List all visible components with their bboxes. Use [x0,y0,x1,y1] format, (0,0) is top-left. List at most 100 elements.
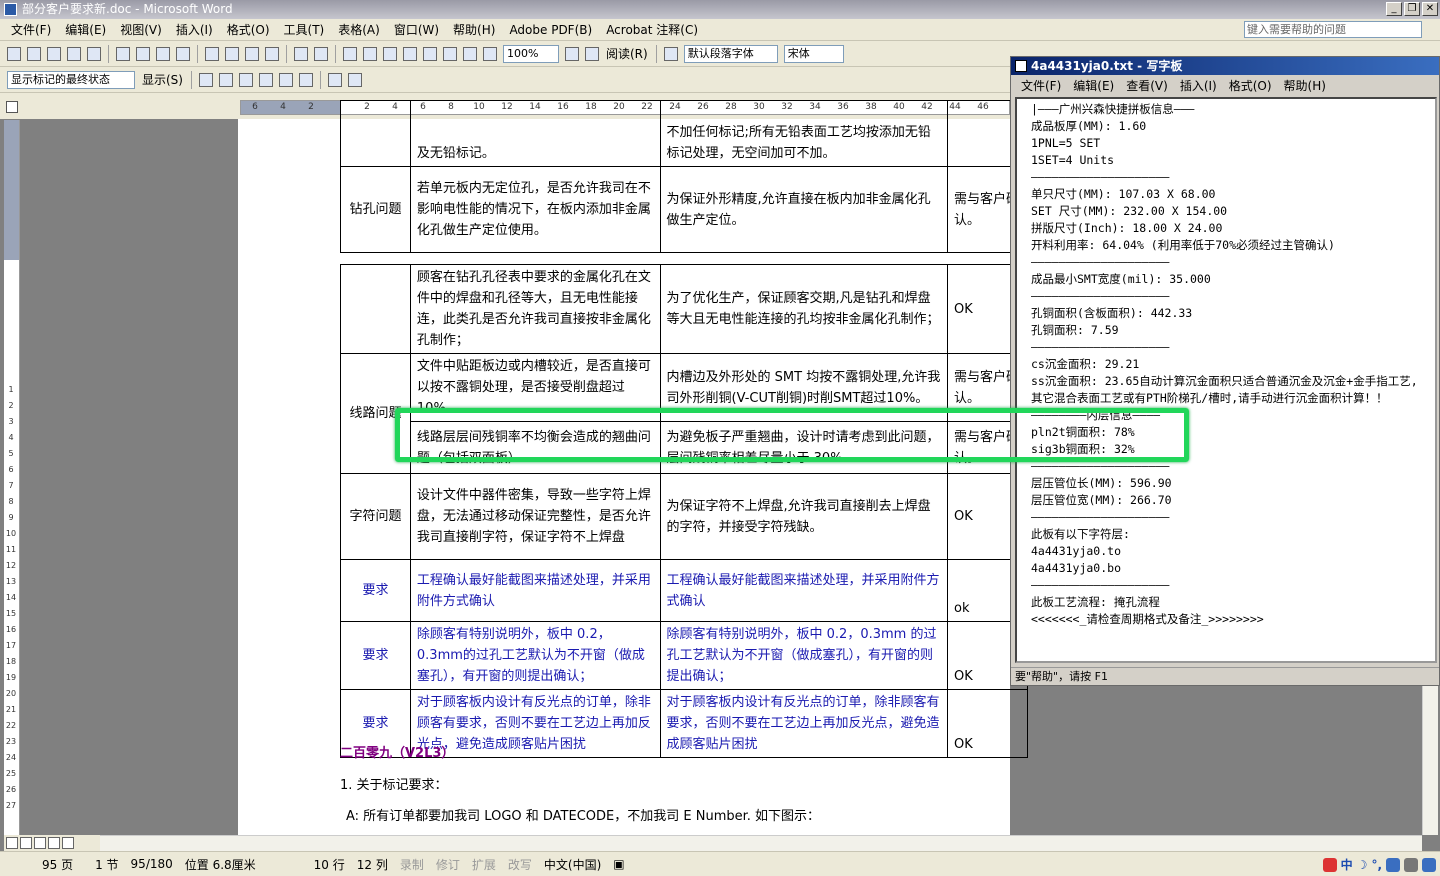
open-icon[interactable] [27,46,41,61]
table-cell[interactable]: 钻孔问题 [340,166,411,253]
document-paragraph[interactable]: 1. 关于标记要求： [340,774,448,793]
menu-insert[interactable]: 插入(I) [169,21,220,38]
styles-icon[interactable] [663,46,678,61]
insert-comment-icon[interactable] [278,72,293,87]
ask-question-input[interactable]: 键入需要帮助的问题 [1244,21,1422,38]
format-painter-icon[interactable] [265,46,279,61]
wordpad-menu-view[interactable]: 查看(V) [1120,77,1174,94]
table-cell[interactable]: 对于顾客板内设计有反光点的订单，除非顾客有要求，否则不要在工艺边上再加反光点，避… [659,689,949,758]
email-icon[interactable] [87,46,101,61]
menu-window[interactable]: 窗口(W) [387,21,446,38]
menu-format[interactable]: 格式(O) [220,21,277,38]
status-extend[interactable]: 扩展 [466,856,502,873]
wordpad-menu-format[interactable]: 格式(O) [1223,77,1278,94]
menu-adobe-pdf[interactable]: Adobe PDF(B) [502,23,599,37]
table-cell[interactable]: 不加任何标记;所有无铅表面工艺均按添加无铅标记处理，无空间加可不加。 [659,100,949,167]
research-icon[interactable] [176,46,190,61]
status-track[interactable]: 修订 [430,856,466,873]
track-changes-icon[interactable] [327,72,342,87]
read-icon[interactable] [585,46,599,61]
menu-table[interactable]: 表格(A) [331,21,387,38]
next-change-icon[interactable] [218,72,233,87]
cut-icon[interactable] [205,46,219,61]
table-cell[interactable]: 要求 [340,621,411,690]
paste-icon[interactable] [245,46,259,61]
redo-icon[interactable] [314,46,328,61]
close-button[interactable]: ✕ [1422,2,1438,16]
print-icon[interactable] [116,46,130,61]
user-icon[interactable] [1404,857,1418,872]
web-layout-icon[interactable] [20,837,32,849]
document-map-icon[interactable] [463,46,477,61]
previous-change-icon[interactable] [198,72,213,87]
tab-selector[interactable] [6,101,18,113]
undo-icon[interactable] [294,46,308,61]
reviewing-pane-icon[interactable] [347,72,362,87]
wordpad-menu-insert[interactable]: 插入(I) [1174,77,1223,94]
ime-chinese-icon[interactable]: 中 [1341,856,1353,873]
outline-view-icon[interactable] [48,837,60,849]
copy-icon[interactable] [225,46,239,61]
keyboard-icon[interactable] [1386,857,1400,872]
table-cell[interactable]: 为了优化生产，保证顾客交期,凡是钻孔和焊盘等大且无电性能连接的孔均按非金属化孔制… [659,264,949,354]
table-cell[interactable] [340,264,411,354]
table-cell[interactable]: 线路问题 [340,353,411,474]
show-hide-icon[interactable] [483,46,497,61]
menu-help[interactable]: 帮助(H) [446,21,502,38]
new-icon[interactable] [7,46,21,61]
menu-acrobat-comments[interactable]: Acrobat 注释(C) [599,21,705,38]
status-overtype[interactable]: 改写 [502,856,538,873]
table-cell[interactable]: 为保证外形精度,允许直接在板内加非金属化孔做生产定位。 [659,166,949,253]
ime-halfwidth-icon[interactable]: ☽ [1357,858,1368,872]
help-icon[interactable] [565,46,579,61]
table-cell[interactable]: 内槽边及外形处的 SMT 均按不露铜处理,允许我司外形削铜(V-CUT削铜)时削… [659,353,949,422]
sogou-icon[interactable] [1322,857,1337,872]
permission-icon[interactable] [67,46,81,61]
section-heading[interactable]: 二百零九（V2L3） [340,742,454,761]
ime-punctuation-icon[interactable]: °, [1371,858,1382,872]
drawing-icon[interactable] [443,46,457,61]
zoom-select[interactable]: 100% [503,44,559,63]
status-record[interactable]: 录制 [394,856,430,873]
highlight-icon[interactable] [298,72,313,87]
table-cell[interactable]: 顾客在钻孔孔径表中要求的金属化孔在文件中的焊盘和孔径等大，且无电性能接连，此类孔… [409,264,661,354]
table-cell[interactable]: 除顾客有特别说明外，板中 0.2，0.3mm的过孔工艺默认为不开窗（做成塞孔），… [409,621,661,690]
print-preview-icon[interactable] [136,46,150,61]
table-cell[interactable]: 文件中贴距板边或内槽较近，是否直接可以按不露铜处理，是否接受削盘超过10%。 [409,353,661,422]
table-cell[interactable]: 工程确认最好能截图来描述处理，并采用附件方式确认 [409,559,661,622]
table-cell[interactable]: 若单元板内无定位孔，是否允许我司在不影响电性能的情况下，在板内添加非金属化孔做生… [409,166,661,253]
wordpad-menu-help[interactable]: 帮助(H) [1278,77,1332,94]
menu-tools[interactable]: 工具(T) [277,21,332,38]
document-paragraph[interactable]: A: 所有订单都要加我司 LOGO 和 DATECODE，不加我司 E Numb… [346,805,820,824]
menu-file[interactable]: 文件(F) [4,21,58,38]
table-cell[interactable]: 为避免板子严重翘曲，设计时请考虑到此问题，层间残铜率相差尽量小于 30% [659,421,949,474]
wordpad-text-area[interactable]: |———广州兴森快捷拼板信息——— 成品板厚(MM): 1.60 1PNL=5 … [1015,97,1437,663]
markup-state-select[interactable]: 显示标记的最终状态 [7,70,135,89]
wordpad-window[interactable]: 4a4431yja0.txt - 写字板 文件(F) 编辑(E) 查看(V) 插… [1010,56,1440,686]
menu-view[interactable]: 视图(V) [113,21,169,38]
read-button[interactable]: 阅读(R) [606,45,648,62]
columns-icon[interactable] [423,46,437,61]
spelling-status-icon[interactable]: ▣ [607,857,630,871]
tables-borders-icon[interactable] [363,46,377,61]
reading-layout-icon[interactable] [62,837,74,849]
table-cell[interactable]: 字符问题 [340,473,411,560]
table-cell[interactable]: OK [947,689,1028,758]
reject-change-icon[interactable] [258,72,273,87]
table-cell[interactable]: 要求 [340,559,411,622]
spelling-icon[interactable] [156,46,170,61]
save-icon[interactable] [47,46,61,61]
hyperlink-icon[interactable] [343,46,357,61]
accept-change-icon[interactable] [238,72,253,87]
settings-icon[interactable] [1422,857,1436,872]
font-select[interactable]: 宋体 [783,44,844,63]
table-cell[interactable]: 除顾客有特别说明外，板中 0.2，0.3mm 的过孔工艺默认为不开窗（做成塞孔）… [659,621,949,690]
table-cell[interactable]: 及无铅标记。 [409,100,661,167]
horizontal-scrollbar[interactable] [100,835,1422,851]
table-cell[interactable] [340,100,411,167]
print-layout-icon[interactable] [34,837,46,849]
restore-button[interactable]: ❐ [1404,2,1420,16]
style-select[interactable]: 默认段落字体 [683,44,778,63]
insert-excel-icon[interactable] [403,46,417,61]
show-menu-button[interactable]: 显示(S) [142,71,183,88]
